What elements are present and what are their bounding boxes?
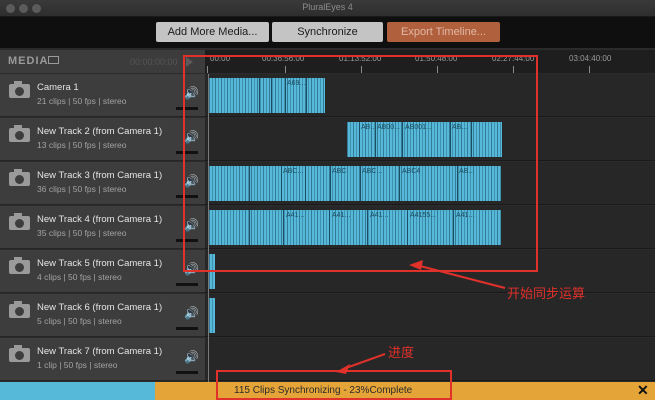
- annotation-box-status: [216, 370, 452, 400]
- arrow-line: [419, 265, 506, 289]
- annotation-arrows: [336, 260, 506, 374]
- annotation-progress-note: 进度: [388, 345, 415, 360]
- arrow-head: [409, 260, 423, 270]
- arrow-line: [345, 353, 386, 369]
- annotation-sync-note: 开始同步运算: [507, 286, 586, 301]
